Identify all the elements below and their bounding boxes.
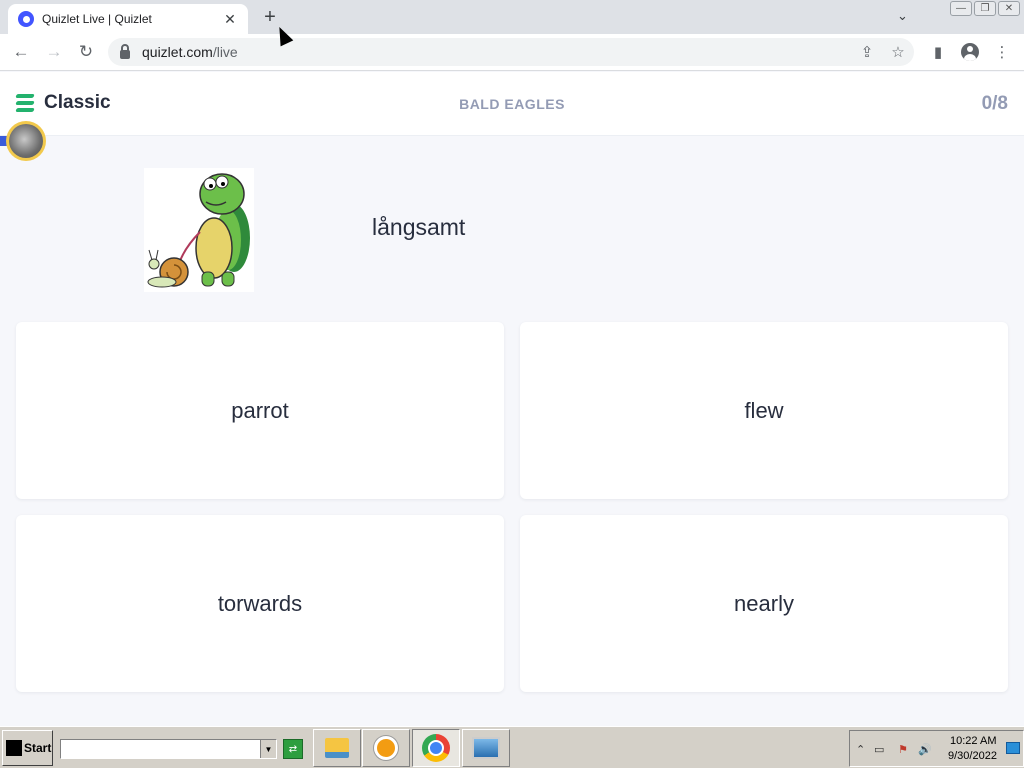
minimize-button[interactable]: —	[950, 1, 972, 16]
score-counter: 0/8	[981, 93, 1008, 114]
set-title: BALD EAGLES	[459, 96, 565, 112]
answer-option-1[interactable]: parrot	[16, 322, 504, 499]
url-host: quizlet.com	[142, 44, 213, 60]
browser-tab-strip: Quizlet Live | Quizlet ✕ + ⌄ — ❐ ✕	[0, 0, 1024, 34]
answer-option-2[interactable]: flew	[520, 322, 1008, 499]
address-dropdown-icon[interactable]: ▼	[260, 740, 276, 758]
bookmark-star-icon[interactable]: ☆	[887, 41, 909, 63]
start-label: Start	[24, 741, 52, 755]
show-desktop-icon[interactable]	[1006, 742, 1020, 754]
answer-option-3[interactable]: torwards	[16, 515, 504, 692]
url-path: /live	[212, 44, 238, 60]
prompt-term: långsamt	[372, 214, 466, 240]
restore-button[interactable]: ❐	[974, 1, 996, 16]
chrome-icon	[422, 734, 450, 762]
close-window-button[interactable]: ✕	[998, 1, 1020, 16]
network-icon[interactable]: ▭	[874, 743, 884, 756]
back-button[interactable]: ←	[10, 41, 32, 63]
media-player-button[interactable]	[362, 729, 410, 767]
address-bar[interactable]: quizlet.com/live	[108, 38, 914, 66]
share-icon[interactable]: ⇪	[856, 41, 878, 63]
window-controls: — ❐ ✕	[950, 1, 1020, 16]
clock-date[interactable]: 9/30/2022	[948, 750, 997, 762]
lock-icon[interactable]	[120, 43, 130, 59]
avatar	[6, 121, 46, 161]
profile-avatar-icon	[961, 43, 979, 61]
go-button[interactable]: ⇄	[283, 739, 303, 759]
quizlet-favicon-icon	[18, 11, 34, 27]
tab-title: Quizlet Live | Quizlet	[42, 12, 152, 26]
prompt-image	[144, 168, 254, 292]
browser-tab[interactable]: Quizlet Live | Quizlet ✕	[8, 4, 248, 34]
start-button[interactable]: Start	[2, 730, 53, 766]
game-header: Classic BALD EAGLES 0/8	[0, 72, 1024, 136]
photo-viewer-button[interactable]	[462, 729, 510, 767]
system-tray: ⌃ ▭ ⚑ 🔊 10:22 AM 9/30/2022	[849, 730, 1024, 767]
answer-option-4[interactable]: nearly	[520, 515, 1008, 692]
url-text[interactable]: quizlet.com/live	[142, 44, 238, 60]
folder-icon	[325, 738, 349, 758]
taskbar-address-input[interactable]: ▼	[60, 739, 277, 759]
tab-search-chevron-icon[interactable]: ⌄	[897, 8, 908, 24]
chrome-taskbar-button[interactable]	[412, 729, 460, 767]
browser-menu-icon[interactable]: ⋮	[991, 41, 1013, 63]
photo-viewer-icon	[472, 737, 500, 759]
action-center-flag-icon[interactable]: ⚑	[898, 743, 908, 756]
volume-icon[interactable]: 🔊	[918, 743, 932, 756]
file-explorer-button[interactable]	[313, 729, 361, 767]
new-tab-button[interactable]: +	[260, 6, 280, 29]
turtle-walking-snail-illustration	[147, 173, 250, 288]
browser-toolbar: ← → ↻ quizlet.com/live ⇪ ☆ ▮ ⋮	[0, 34, 1024, 71]
tray-expand-icon[interactable]: ⌃	[856, 743, 865, 756]
side-panel-icon[interactable]: ▮	[927, 41, 949, 63]
windows-logo-icon	[6, 740, 22, 756]
taskbar: Start ▼ ⇄ ⌃ ▭ ⚑ 🔊 10:22 AM 9/30/2022	[0, 726, 1024, 768]
animal-avatar-image	[9, 124, 43, 158]
player-avatar	[0, 120, 50, 164]
reload-button[interactable]: ↻	[75, 41, 97, 63]
close-tab-icon[interactable]: ✕	[222, 11, 238, 28]
clock-time[interactable]: 10:22 AM	[950, 735, 996, 747]
media-player-icon	[374, 736, 398, 760]
profile-button[interactable]	[959, 41, 981, 63]
forward-button[interactable]: →	[43, 41, 65, 63]
